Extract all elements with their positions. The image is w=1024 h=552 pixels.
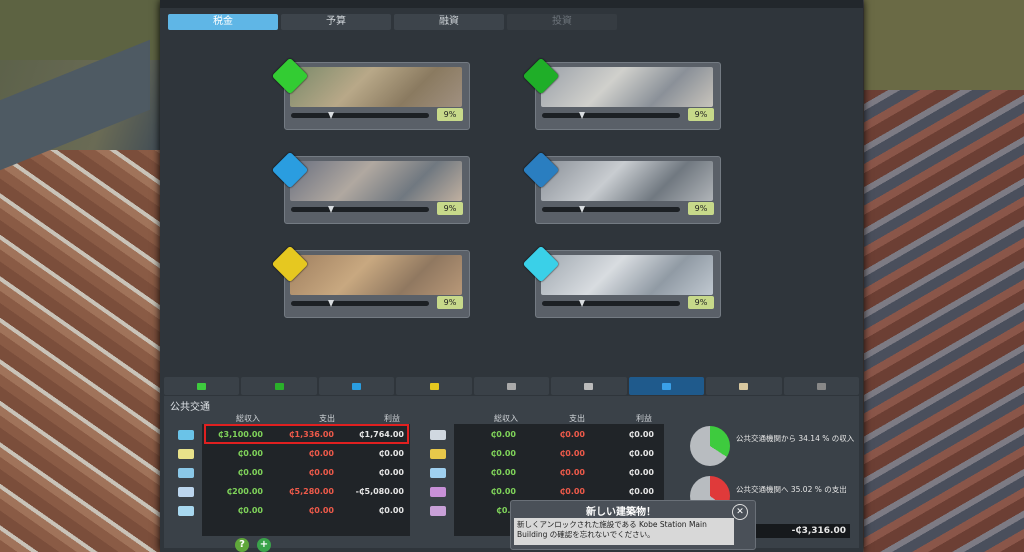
tab-taxes[interactable]: 税金 [168, 14, 278, 30]
cell-profit: ₵0.00 [628, 487, 654, 496]
tax-slider[interactable] [542, 113, 680, 118]
cell-income: ₵0.00 [237, 506, 263, 515]
cell-profit: ₵0.00 [378, 506, 404, 515]
cell-income: ₵0.00 [237, 468, 263, 477]
notice-body: 新しくアンロックされた施設である Kobe Station Main Build… [514, 518, 734, 545]
tax-slider[interactable] [291, 301, 429, 306]
cell-income: ₵0.00 [490, 430, 516, 439]
cell-expense: ₵0.00 [308, 468, 334, 477]
fields-area [864, 0, 1024, 90]
cell-expense: ₵0.00 [559, 430, 585, 439]
category-tab-other[interactable] [783, 377, 859, 395]
other-icon [816, 382, 826, 390]
cell-expense: ₵0.00 [308, 506, 334, 515]
category-bar [164, 377, 859, 395]
cell-profit: ₵0.00 [628, 468, 654, 477]
cell-income: ₵0.00 [490, 449, 516, 458]
cell-income: ₵0.00 [490, 468, 516, 477]
zone-preview-image [290, 161, 462, 201]
close-icon[interactable]: ✕ [732, 504, 748, 520]
more-icon [506, 382, 516, 390]
tax-percent: 9% [437, 202, 463, 215]
help-button[interactable]: ? [235, 538, 249, 552]
zone-preview-image [541, 67, 713, 107]
cell-income: ₵0.0 [496, 506, 516, 515]
cell-income: ₵0.00 [237, 449, 263, 458]
cell-expense: ₵0.00 [308, 449, 334, 458]
cell-income: ₵200.00 [226, 487, 263, 496]
tax-slider[interactable] [542, 207, 680, 212]
commercial-icon [274, 382, 284, 390]
notice-title: 新しい建築物！ [586, 507, 656, 518]
tax-card-commercial-high: 9% [522, 151, 721, 224]
window-header [160, 0, 863, 8]
category-tab-commercial-b[interactable] [318, 377, 395, 395]
tax-slider[interactable] [291, 207, 429, 212]
cell-expense: ₵0.00 [559, 449, 585, 458]
tax-percent: 9% [437, 108, 463, 121]
add-button[interactable]: + [257, 538, 271, 552]
cell-expense: ₵5,280.00 [288, 487, 334, 496]
category-tab-transport[interactable] [628, 377, 705, 395]
header-expense-right: 支出 [569, 414, 585, 423]
transport-icon [661, 382, 671, 390]
industrial-icon [429, 382, 439, 390]
category-tab-residential[interactable] [164, 377, 240, 395]
total-value: -₵3,316.00 [750, 524, 850, 538]
cell-profit: -₵5,080.00 [355, 487, 404, 496]
zone-preview-image [541, 255, 713, 295]
cell-expense: ₵0.00 [559, 468, 585, 477]
header-profit-right: 利益 [636, 414, 652, 423]
tax-card-residential-high: 9% [522, 57, 721, 130]
header-income: 総収入 [236, 414, 260, 423]
header-profit: 利益 [384, 414, 400, 423]
cell-profit: ₵0.00 [378, 468, 404, 477]
commercial-b-icon [352, 382, 362, 390]
cell-profit: ₵0.00 [628, 430, 654, 439]
income-expense-panel: 公共交通 総収入 支出 利益 総収入 支出 利益 ₵3,100.00 ₵1,336… [164, 396, 859, 550]
tax-percent: 9% [688, 108, 714, 121]
category-tab-industrial[interactable] [396, 377, 472, 395]
income-pie-label: 公共交通機関から 34.14 % の収入 [736, 434, 855, 443]
education-icon [739, 382, 749, 390]
tab-investments[interactable]: 投資 [507, 14, 617, 30]
residential-icon [197, 382, 207, 390]
highlight-box [204, 424, 409, 444]
header-expense: 支出 [319, 414, 335, 423]
zone-preview-image [541, 161, 713, 201]
cell-expense: ₵0.00 [559, 487, 585, 496]
tab-loans[interactable]: 融資 [394, 14, 504, 30]
tax-card-commercial-low: 9% [271, 151, 470, 224]
city-buildings-right [864, 90, 1024, 552]
cell-profit: ₵0.00 [628, 449, 654, 458]
economy-window: 税金 予算 融資 投資 9% 9% 9% 9% 9% 9% 公共交通 総収入 支出 利益 … [160, 0, 863, 552]
city-buildings-left [0, 150, 160, 552]
cell-income: ₵0.00 [490, 487, 516, 496]
panel-title: 公共交通 [170, 402, 210, 413]
expense-pie-label: 公共交通機関へ 35.02 % の支出 [736, 485, 847, 494]
tax-card-residential-low: 9% [271, 57, 470, 130]
new-building-notice[interactable]: 新しい建築物！ ✕ 新しくアンロックされた施設である Kobe Station … [510, 500, 756, 550]
tax-slider[interactable] [542, 301, 680, 306]
header-income-right: 総収入 [494, 414, 518, 423]
tax-card-industrial: 9% [271, 245, 470, 318]
tax-slider[interactable] [291, 113, 429, 118]
category-tab-more[interactable] [473, 377, 550, 395]
tax-percent: 9% [688, 202, 714, 215]
zone-preview-image [290, 255, 462, 295]
economy-tabs: 税金 予算 融資 投資 [168, 14, 617, 30]
tab-budget[interactable]: 予算 [281, 14, 391, 30]
category-tab-education[interactable] [706, 377, 782, 395]
category-tab-office[interactable] [551, 377, 627, 395]
zone-preview-image [290, 67, 462, 107]
tax-percent: 9% [437, 296, 463, 309]
tax-percent: 9% [688, 296, 714, 309]
tax-card-office: 9% [522, 245, 721, 318]
office-icon [584, 382, 594, 390]
income-pie-chart [690, 426, 730, 466]
category-tab-commercial[interactable] [241, 377, 317, 395]
cell-profit: ₵0.00 [378, 449, 404, 458]
